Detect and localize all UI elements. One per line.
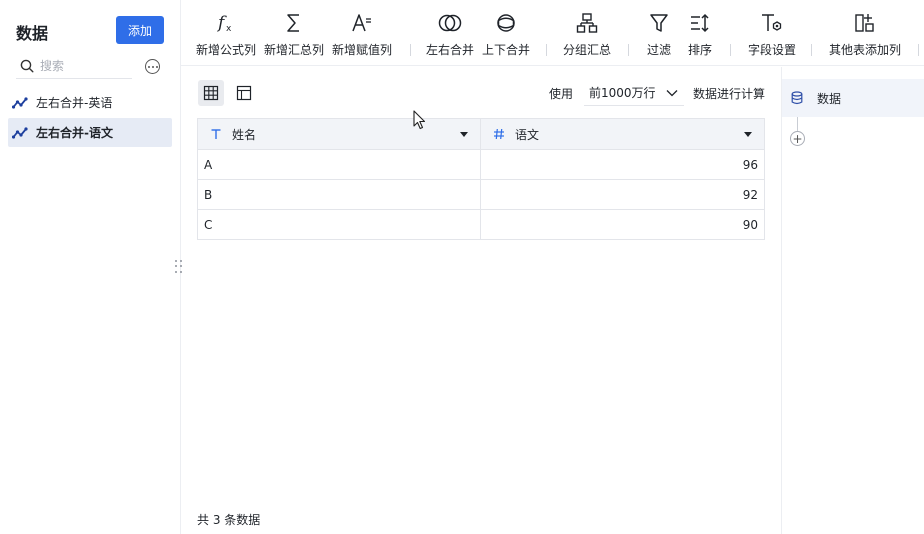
- caret-down-icon[interactable]: [744, 132, 752, 137]
- toolbar-divider: [628, 44, 629, 56]
- toolbar-label: 分组汇总: [563, 43, 612, 57]
- table-header: 姓名 语文: [198, 119, 764, 150]
- add-step-button[interactable]: +: [790, 131, 805, 146]
- table-cell[interactable]: 90: [481, 210, 764, 239]
- sigma-icon: [287, 14, 299, 32]
- toolbar-label: 字段设置: [748, 43, 797, 57]
- flow-panel: 数据 +: [781, 67, 924, 534]
- resize-handle[interactable]: [175, 260, 183, 274]
- dataset-item-chinese[interactable]: 左右合并-语文: [8, 118, 172, 147]
- add-assign-column-button[interactable]: 新增赋值列: [332, 10, 392, 60]
- dataset-item-label: 左右合并-语文: [36, 126, 113, 140]
- column-header-name[interactable]: 姓名: [198, 119, 481, 149]
- toolbar-divider: [811, 44, 812, 56]
- row-count-label: 共 3 条数据: [197, 513, 261, 527]
- filter-button[interactable]: 过滤: [647, 10, 671, 60]
- caret-down-icon[interactable]: [460, 132, 468, 137]
- toolbar-divider: [730, 44, 731, 56]
- add-column-icon: [855, 14, 874, 32]
- grid-icon: [203, 85, 219, 101]
- assign-icon: [352, 14, 371, 32]
- sidebar-title: 数据: [16, 24, 49, 43]
- toolbar-divider: [546, 44, 547, 56]
- toolbar-divider: [410, 44, 411, 56]
- table-view-button[interactable]: [198, 80, 224, 106]
- toolbar-label: 新增赋值列: [332, 43, 393, 57]
- search-icon: [20, 59, 34, 73]
- sort-button[interactable]: 排序: [688, 10, 712, 60]
- data-table: 姓名 语文 A 96 B 92 C 90: [197, 118, 765, 240]
- column-header-chinese[interactable]: 语文: [481, 119, 764, 149]
- use-label: 使用: [549, 87, 574, 101]
- table-cell[interactable]: B: [198, 180, 481, 209]
- group-icon: [576, 13, 598, 33]
- add-formula-column-button[interactable]: f x 新增公式列: [196, 10, 256, 60]
- toolbar-divider: [918, 44, 919, 56]
- formula-icon: f x: [216, 13, 232, 34]
- sort-icon: [691, 13, 709, 33]
- add-summary-column-button[interactable]: 新增汇总列: [264, 10, 324, 60]
- add-column-from-other-table-button[interactable]: 其他表添加列: [829, 10, 901, 60]
- toolbar-label: 上下合并: [482, 43, 531, 57]
- toolbar-label: 其他表添加列: [829, 43, 902, 57]
- table-row[interactable]: B 92: [198, 180, 764, 210]
- field-settings-icon: [762, 14, 782, 31]
- toolbar: f x 新增公式列 新增汇总列 新增赋值列 左右合并 上下合并 分组汇总 过滤 …: [181, 0, 924, 66]
- line-chart-icon: [12, 126, 28, 139]
- layout-view-button[interactable]: [231, 80, 257, 106]
- more-options-icon[interactable]: [145, 59, 160, 74]
- table-cell[interactable]: A: [198, 150, 481, 179]
- table-cell[interactable]: C: [198, 210, 481, 239]
- table-cell[interactable]: 96: [481, 150, 764, 179]
- row-limit-select[interactable]: 前1000万行: [584, 80, 684, 106]
- toolbar-label: 左右合并: [426, 43, 475, 57]
- table-row[interactable]: A 96: [198, 150, 764, 180]
- layout-icon: [236, 85, 252, 101]
- flow-node-data[interactable]: 数据: [782, 79, 924, 117]
- toolbar-label: 新增汇总列: [264, 43, 325, 57]
- left-sidebar: 数据 添加 左右合并-英语 左右合并-语文: [0, 0, 180, 534]
- add-data-button[interactable]: 添加: [116, 16, 164, 44]
- calc-label: 数据进行计算: [693, 87, 766, 101]
- database-icon: [791, 91, 803, 105]
- number-type-icon: [494, 128, 504, 140]
- search-input[interactable]: [40, 58, 120, 73]
- table-cell[interactable]: 92: [481, 180, 764, 209]
- mouse-cursor-icon: [413, 110, 426, 130]
- line-chart-icon: [12, 96, 28, 109]
- dataset-item-english[interactable]: 左右合并-英语: [8, 88, 172, 117]
- text-type-icon: [211, 129, 221, 139]
- group-summary-button[interactable]: 分组汇总: [563, 10, 611, 60]
- field-settings-button[interactable]: 字段设置: [748, 10, 796, 60]
- toolbar-label: 排序: [688, 43, 713, 57]
- chevron-down-icon: [666, 90, 678, 97]
- venn-icon: [438, 14, 462, 32]
- filter-icon: [650, 14, 668, 32]
- dataset-item-label: 左右合并-英语: [36, 96, 113, 110]
- dataset-list: 左右合并-英语 左右合并-语文: [8, 88, 172, 148]
- vertical-merge-icon: [497, 14, 515, 32]
- flow-connector: [797, 117, 798, 131]
- toolbar-label: 新增公式列: [196, 43, 257, 57]
- column-header-label: 姓名: [232, 127, 257, 142]
- left-right-merge-button[interactable]: 左右合并: [426, 10, 474, 60]
- top-bottom-merge-button[interactable]: 上下合并: [482, 10, 530, 60]
- table-row[interactable]: C 90: [198, 210, 764, 240]
- column-header-label: 语文: [515, 127, 540, 142]
- svg-text:x: x: [226, 24, 232, 34]
- toolbar-label: 过滤: [647, 43, 672, 57]
- search-box[interactable]: [16, 53, 132, 79]
- row-limit-value: 前1000万行: [589, 86, 656, 100]
- flow-node-label: 数据: [817, 91, 842, 106]
